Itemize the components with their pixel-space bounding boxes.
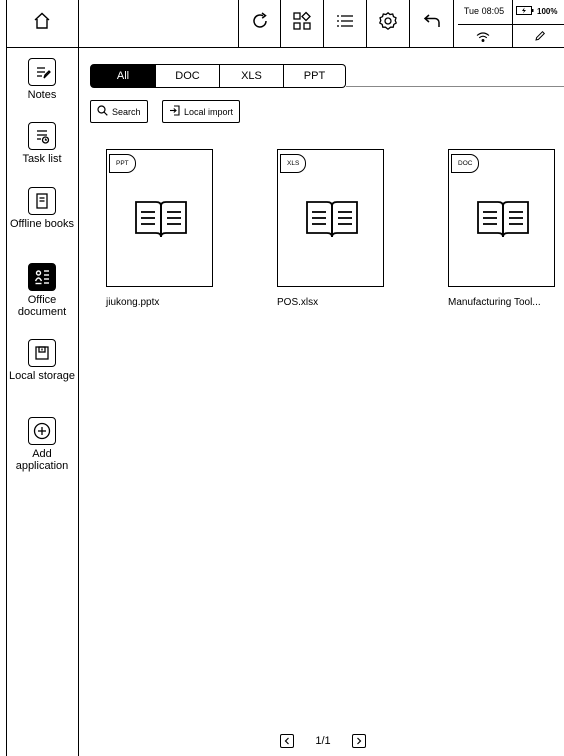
battery-status: 100% [516,6,557,17]
battery-percent: 100% [537,7,558,16]
menu-button[interactable] [324,0,367,47]
file-thumbnail[interactable]: XLS [277,149,384,287]
refresh-icon [250,11,270,36]
file-thumbnail[interactable]: PPT [106,149,213,287]
status-time: Tue 08:05 [463,6,505,16]
chevron-left-icon [283,732,291,750]
file-type-badge: XLS [280,154,307,173]
sidebar-item-add-application[interactable]: Add application [6,417,78,472]
sidebar-item-office-document[interactable]: Office document [6,263,78,318]
import-icon [169,105,180,118]
tab-ppt[interactable]: PPT [284,64,346,88]
sidebar-item-label: Task list [22,153,62,165]
sidebar-item-local-storage[interactable]: Local storage [6,339,78,382]
task-list-icon [28,122,56,150]
sidebar: Notes Task list Offline books Office doc… [6,48,79,756]
sidebar-item-notes[interactable]: Notes [6,58,78,101]
book-icon [304,198,360,245]
back-button[interactable] [410,0,454,47]
tab-xls[interactable]: XLS [220,64,284,88]
chevron-right-icon [355,732,363,750]
pen-icon[interactable] [534,29,546,47]
sidebar-item-label: Local storage [8,370,76,382]
tab-doc[interactable]: DOC [156,64,220,88]
book-icon [133,198,189,245]
pagination: 1/1 [280,734,366,748]
local-import-button[interactable]: Local import [162,100,241,123]
file-name: POS.xlsx [277,297,319,308]
file-thumbnail[interactable]: DOC [448,149,555,287]
file-name: jiukong.pptx [106,297,160,308]
sidebar-item-label: Notes [27,89,57,101]
prev-page-button[interactable] [280,734,294,748]
apps-button[interactable] [281,0,324,47]
search-button[interactable]: Search [90,100,148,123]
battery-icon [516,6,534,17]
page-indicator: 1/1 [315,735,331,747]
notes-icon [28,58,56,86]
status-area: Tue 08:05 100% [454,0,564,47]
tab-all[interactable]: All [90,64,156,88]
menu-icon [335,11,355,36]
import-label: Local import [184,106,234,117]
status-divider [458,24,564,25]
file-item[interactable]: PPT jiukong.pptx [106,149,213,308]
add-icon [28,417,56,445]
file-type-badge: PPT [109,154,136,173]
local-storage-icon [28,339,56,367]
home-button[interactable] [6,0,79,47]
divider [346,86,564,87]
file-item[interactable]: DOC Manufacturing Tool... [448,149,555,308]
sidebar-item-label: Office document [17,294,67,318]
settings-button[interactable] [367,0,410,47]
top-bar: Tue 08:05 100% [6,0,564,48]
file-type-badge: DOC [451,154,480,173]
offline-books-icon [28,187,56,215]
refresh-button[interactable] [238,0,281,47]
settings-icon [378,11,398,36]
sidebar-item-offline-books[interactable]: Offline books [6,187,78,230]
sidebar-item-label: Add application [15,448,69,472]
office-document-icon [28,263,56,291]
sidebar-item-label: Offline books [9,218,74,230]
apps-icon [292,11,312,36]
filter-tabs: All DOC XLS PPT [90,64,346,88]
sidebar-item-task-list[interactable]: Task list [6,122,78,165]
back-icon [422,11,442,36]
file-item[interactable]: XLS POS.xlsx [277,149,384,308]
next-page-button[interactable] [352,734,366,748]
search-icon [97,105,108,118]
home-icon [32,11,52,36]
wifi-icon[interactable] [476,29,490,47]
search-label: Search [112,106,141,117]
book-icon [475,198,531,245]
file-name: Manufacturing Tool... [448,297,541,308]
